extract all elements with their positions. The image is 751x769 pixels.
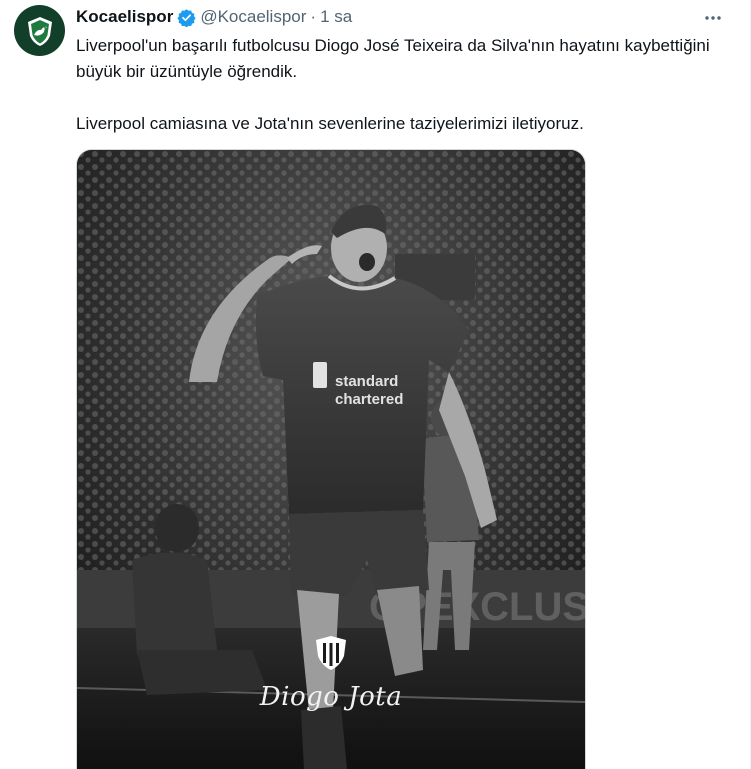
author-avatar[interactable]	[14, 5, 65, 56]
separator-dot: ·	[310, 7, 317, 26]
tweet[interactable]: Kocaelispor @Kocaelispor · 1 sa Liverpoo…	[0, 0, 751, 769]
author-display-name[interactable]: Kocaelispor	[76, 7, 173, 27]
author-handle[interactable]: @Kocaelispor	[200, 7, 306, 27]
tweet-media-image[interactable]: OPEXCLUS standard chartered Diogo Jota	[76, 149, 586, 769]
svg-text:chartered: chartered	[335, 391, 403, 408]
tweet-paragraph: Liverpool camiasına ve Jota'nın sevenler…	[76, 114, 584, 133]
tweet-header: Kocaelispor @Kocaelispor · 1 sa	[76, 6, 352, 28]
kocaelispor-crest-icon	[27, 16, 52, 46]
verified-badge-icon	[177, 8, 196, 27]
tweet-text: Liverpool'un başarılı futbolcusu Diogo J…	[76, 33, 726, 137]
tweet-paragraph: Liverpool'un başarılı futbolcusu Diogo J…	[76, 36, 710, 81]
more-options-icon[interactable]	[696, 6, 730, 30]
memorial-photo: OPEXCLUS standard chartered	[77, 150, 585, 769]
tweet-timestamp[interactable]: 1 sa	[320, 7, 352, 27]
media-caption: Diogo Jota	[259, 682, 403, 712]
svg-text:standard: standard	[335, 373, 398, 390]
